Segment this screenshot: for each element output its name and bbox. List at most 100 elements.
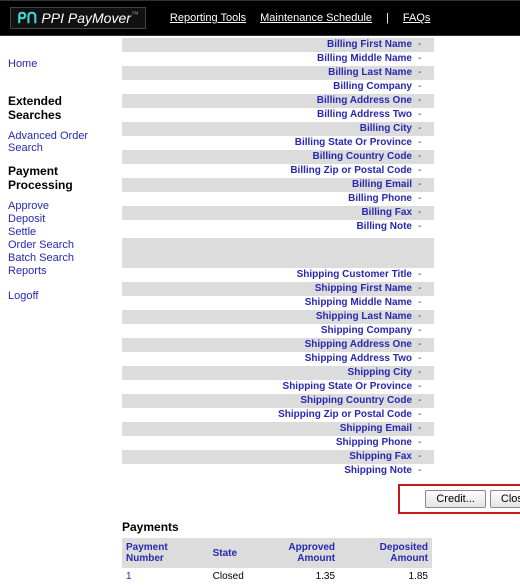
- field-row: Shipping Fax-: [122, 450, 434, 464]
- logo-text: PPI PayMover™: [41, 10, 139, 26]
- sidebar-heading-extended: Extended Searches: [8, 94, 116, 122]
- section-gap: [122, 238, 434, 268]
- field-row: Shipping State Or Province-: [122, 380, 434, 394]
- nav-divider: |: [386, 12, 389, 24]
- field-label: Shipping Address Two: [122, 352, 414, 366]
- field-row: Shipping Address One-: [122, 338, 434, 352]
- sidebar-batch-search[interactable]: Batch Search: [8, 252, 116, 264]
- col-payment-number: Payment Number: [122, 538, 209, 568]
- field-row: Billing State Or Province-: [122, 136, 434, 150]
- shipping-block: Shipping Customer Title-Shipping First N…: [122, 268, 434, 478]
- field-row: Shipping Middle Name-: [122, 296, 434, 310]
- nav-maintenance-schedule[interactable]: Maintenance Schedule: [260, 12, 372, 24]
- field-label: Billing Email: [122, 178, 414, 192]
- sidebar-advanced-order-search[interactable]: Advanced Order Search: [8, 130, 116, 154]
- field-row: Billing Middle Name-: [122, 52, 434, 66]
- field-row: Billing City-: [122, 122, 434, 136]
- field-row: Billing Country Code-: [122, 150, 434, 164]
- field-value: -: [414, 192, 434, 206]
- field-value: -: [414, 380, 434, 394]
- field-row: Billing Address One-: [122, 94, 434, 108]
- field-row: Shipping Note-: [122, 464, 434, 478]
- field-value: -: [414, 66, 434, 80]
- cell-payment-number[interactable]: 1: [122, 568, 209, 585]
- field-value: -: [414, 324, 434, 338]
- field-label: Billing Fax: [122, 206, 414, 220]
- sidebar-logoff[interactable]: Logoff: [8, 290, 116, 302]
- credit-button[interactable]: Credit...: [425, 490, 486, 508]
- top-bar: ᑭᑎ PPI PayMover™ Reporting Tools Mainten…: [0, 0, 520, 36]
- field-label: Billing Zip or Postal Code: [122, 164, 414, 178]
- field-row: Shipping Last Name-: [122, 310, 434, 324]
- close-button[interactable]: Close: [490, 490, 520, 508]
- field-label: Shipping Fax: [122, 450, 414, 464]
- field-label: Billing City: [122, 122, 414, 136]
- field-value: -: [414, 338, 434, 352]
- col-state: State: [209, 538, 248, 568]
- field-row: Shipping First Name-: [122, 282, 434, 296]
- field-row: Billing Fax-: [122, 206, 434, 220]
- field-label: Shipping State Or Province: [122, 380, 414, 394]
- field-value: -: [414, 220, 434, 234]
- sidebar-reports[interactable]: Reports: [8, 265, 116, 277]
- field-value: -: [414, 178, 434, 192]
- field-label: Shipping Email: [122, 422, 414, 436]
- field-label: Billing Phone: [122, 192, 414, 206]
- field-value: -: [414, 352, 434, 366]
- field-label: Billing Address One: [122, 94, 414, 108]
- col-deposited-amount: Deposited Amount: [339, 538, 432, 568]
- field-label: Billing Company: [122, 80, 414, 94]
- payments-title: Payments: [122, 520, 434, 534]
- cell-deposited: 1.85: [339, 568, 432, 585]
- field-row: Billing Company-: [122, 80, 434, 94]
- sidebar-group-processing: Approve Deposit Settle Order Search Batc…: [8, 200, 116, 277]
- field-value: -: [414, 94, 434, 108]
- billing-block: Billing First Name-Billing Middle Name-B…: [122, 38, 434, 234]
- sidebar-group-extended: Advanced Order Search: [8, 130, 116, 154]
- field-value: -: [414, 80, 434, 94]
- field-value: -: [414, 450, 434, 464]
- logo-icon: ᑭᑎ: [17, 11, 37, 26]
- field-label: Shipping First Name: [122, 282, 414, 296]
- field-value: -: [414, 282, 434, 296]
- sidebar-deposit[interactable]: Deposit: [8, 213, 116, 225]
- field-label: Shipping Customer Title: [122, 268, 414, 282]
- field-value: -: [414, 52, 434, 66]
- field-label: Shipping Zip or Postal Code: [122, 408, 414, 422]
- field-row: Shipping Company-: [122, 324, 434, 338]
- sidebar-home[interactable]: Home: [8, 58, 116, 70]
- cell-approved: 1.35: [248, 568, 339, 585]
- field-value: -: [414, 408, 434, 422]
- field-value: -: [414, 38, 434, 52]
- field-row: Billing Email-: [122, 178, 434, 192]
- action-button-row: Credit... Close: [398, 484, 520, 514]
- field-row: Shipping Email-: [122, 422, 434, 436]
- sidebar-order-search[interactable]: Order Search: [8, 239, 116, 251]
- field-row: Billing Phone-: [122, 192, 434, 206]
- sidebar-approve[interactable]: Approve: [8, 200, 116, 212]
- field-label: Billing State Or Province: [122, 136, 414, 150]
- field-value: -: [414, 436, 434, 450]
- field-value: -: [414, 310, 434, 324]
- field-row: Billing Zip or Postal Code-: [122, 164, 434, 178]
- field-label: Billing Middle Name: [122, 52, 414, 66]
- field-value: -: [414, 366, 434, 380]
- top-nav: Reporting Tools Maintenance Schedule | F…: [170, 12, 431, 24]
- field-label: Shipping City: [122, 366, 414, 380]
- field-row: Billing Address Two-: [122, 108, 434, 122]
- field-row: Billing Note-: [122, 220, 434, 234]
- sidebar: Home Extended Searches Advanced Order Se…: [0, 36, 122, 585]
- nav-faqs[interactable]: FAQs: [403, 12, 431, 24]
- table-row: 1Closed1.351.85: [122, 568, 432, 585]
- field-value: -: [414, 150, 434, 164]
- field-label: Billing Note: [122, 220, 414, 234]
- field-value: -: [414, 164, 434, 178]
- field-value: -: [414, 464, 434, 478]
- nav-reporting-tools[interactable]: Reporting Tools: [170, 12, 246, 24]
- field-row: Shipping Address Two-: [122, 352, 434, 366]
- field-row: Shipping Customer Title-: [122, 268, 434, 282]
- field-label: Shipping Last Name: [122, 310, 414, 324]
- sidebar-settle[interactable]: Settle: [8, 226, 116, 238]
- field-value: -: [414, 136, 434, 150]
- field-row: Shipping Phone-: [122, 436, 434, 450]
